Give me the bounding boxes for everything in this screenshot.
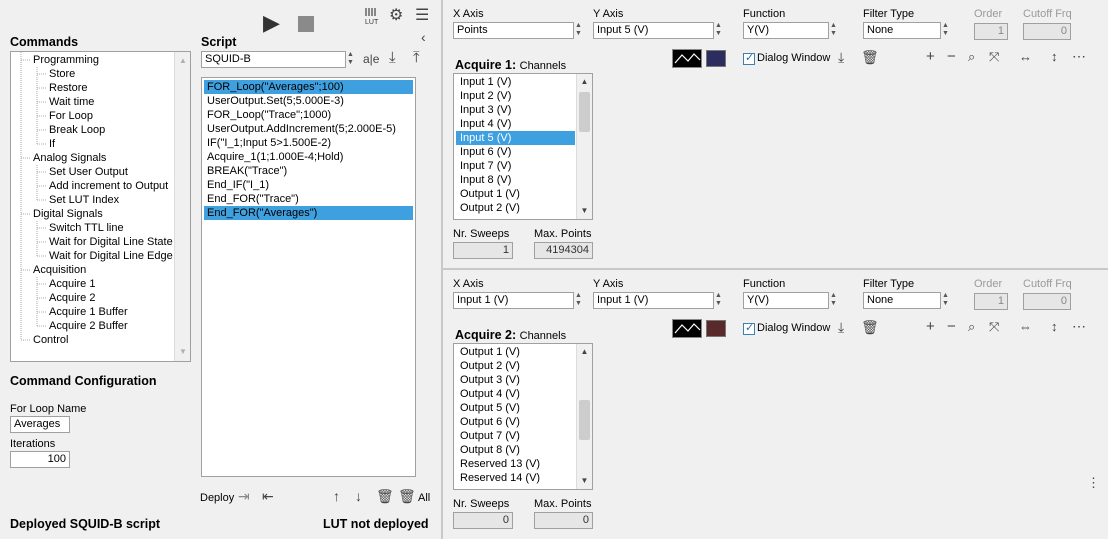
x-axis-label: X Axis [453,8,484,20]
channel-item[interactable]: Reserved 14 (V) [456,471,575,485]
order-label: Order [974,8,1003,20]
channels-scrollbar[interactable]: ▲ ▼ [576,74,592,219]
channel-item[interactable]: Output 8 (V) [456,443,575,457]
channel-item[interactable]: Output 1 (V) [456,345,575,359]
acquire-title: Acquire 2: Channels [455,328,566,342]
y-axis-select[interactable]: Input 1 (V) [593,292,714,309]
sweeps-value: 1 [453,242,513,259]
cutoff-label: Cutoff Frq [1023,8,1072,20]
scroll-down-arrow-icon[interactable]: ▼ [577,474,592,488]
channels-label: Channels [519,330,567,342]
function-select[interactable]: Y(V) [743,22,829,39]
x-axis-select[interactable]: Points [453,22,574,39]
channel-item[interactable]: Output 2 (V) [456,359,575,373]
y-axis-spin-icon[interactable]: ▲ ▼ [714,22,723,39]
channels-label: Channels [519,60,567,72]
channel-item[interactable]: Output 4 (V) [456,387,575,401]
function-spin-icon[interactable]: ▲ ▼ [829,22,838,39]
function-spin-icon[interactable]: ▲ ▼ [829,292,838,309]
acquire-2-panel: X Axis Input 1 (V) ▲ ▼ Y Axis Input 1 (V)… [0,270,1108,539]
channel-item[interactable]: Output 3 (V) [456,373,575,387]
sweeps-value: 0 [453,512,513,529]
order-label: Order [974,278,1003,290]
channel-item[interactable]: Input 1 (V) [456,75,575,89]
chart-1-svg[interactable] [600,60,1100,265]
filter-type-label: Filter Type [863,8,915,20]
sweeps-label: Nr. Sweeps [453,228,510,240]
function-select[interactable]: Y(V) [743,292,829,309]
max-points-label: Max. Points [534,498,592,510]
y-axis-label: Y Axis [593,8,624,20]
x-axis-label: X Axis [453,278,484,290]
scroll-thumb[interactable] [579,92,590,132]
chart-2-svg[interactable] [600,330,1100,535]
filter-type-select[interactable]: None [863,292,941,309]
function-label: Function [743,8,786,20]
channel-item[interactable]: Output 1 (V) [456,187,575,201]
channels-list[interactable]: Input 1 (V) Input 2 (V) Input 3 (V) Input 4… [453,73,593,220]
filter-spin-icon[interactable]: ▲ ▼ [941,22,950,39]
filter-spin-icon[interactable]: ▲ ▼ [941,292,950,309]
cutoff-label: Cutoff Frq [1023,278,1072,290]
x-axis-spin-icon[interactable]: ▲ ▼ [574,22,583,39]
scroll-up-arrow-icon[interactable]: ▲ [577,75,592,89]
order-input[interactable]: 1 [974,293,1008,310]
channel-item[interactable]: Input 6 (V) [456,145,575,159]
acquire-1-panel: X Axis Points ▲ ▼ Y Axis Input 5 (V) ▲ ▼ F… [0,0,1108,268]
channel-item[interactable]: Input 4 (V) [456,117,575,131]
channel-item[interactable]: Output 6 (V) [456,415,575,429]
cutoff-input[interactable]: 0 [1023,293,1071,310]
y-axis-label: Y Axis [593,278,624,290]
max-points-value: 4194304 [534,242,593,259]
scroll-down-arrow-icon[interactable]: ▼ [577,204,592,218]
y-axis-select[interactable]: Input 5 (V) [593,22,714,39]
order-input[interactable]: 1 [974,23,1008,40]
scroll-up-arrow-icon[interactable]: ▲ [577,345,592,359]
channel-item[interactable]: Output 5 (V) [456,401,575,415]
acquire-title: Acquire 1: Channels [455,58,566,72]
acquire-name: Acquire 2: [455,328,517,342]
scroll-thumb[interactable] [579,400,590,440]
channel-item[interactable]: Output 2 (V) [456,201,575,215]
channel-item[interactable]: Reserved 13 (V) [456,457,575,471]
max-points-value: 0 [534,512,593,529]
x-axis-spin-icon[interactable]: ▲ ▼ [574,292,583,309]
x-axis-select[interactable]: Input 1 (V) [453,292,574,309]
function-label: Function [743,278,786,290]
channels-scrollbar[interactable]: ▲ ▼ [576,344,592,489]
y-axis-spin-icon[interactable]: ▲ ▼ [714,292,723,309]
filter-type-label: Filter Type [863,278,915,290]
channels-list[interactable]: Output 1 (V) Output 2 (V) Output 3 (V) Outp… [453,343,593,490]
max-points-label: Max. Points [534,228,592,240]
acquire-name: Acquire 1: [455,58,517,72]
filter-type-select[interactable]: None [863,22,941,39]
cutoff-input[interactable]: 0 [1023,23,1071,40]
sweeps-label: Nr. Sweeps [453,498,510,510]
channel-item[interactable]: Input 2 (V) [456,89,575,103]
channel-item[interactable]: Output 7 (V) [456,429,575,443]
channel-item[interactable]: Input 8 (V) [456,173,575,187]
channel-item[interactable]: Input 3 (V) [456,103,575,117]
channel-item[interactable]: Input 7 (V) [456,159,575,173]
channel-item[interactable]: Input 5 (V) [456,131,575,145]
